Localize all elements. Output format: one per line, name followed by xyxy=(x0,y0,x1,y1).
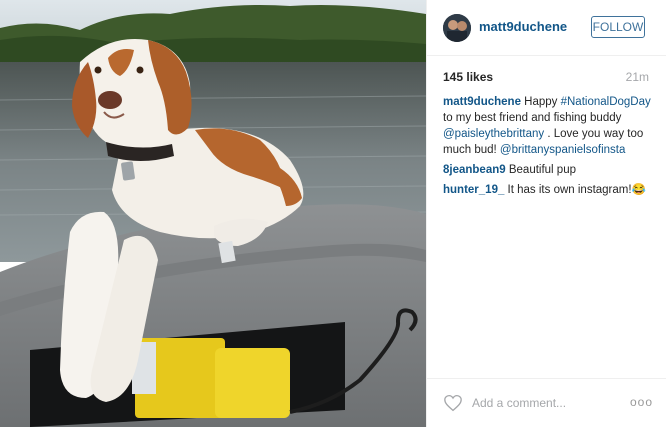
comment-item: hunter_19_ It has its own instagram!😂 xyxy=(443,182,655,198)
post-sidebar: matt9duchene FOLLOW 145 likes 21m matt9d… xyxy=(426,0,666,427)
mention-link-1[interactable]: @paisleythebrittany xyxy=(443,128,544,140)
avatar-image xyxy=(443,14,471,42)
hashtag-link[interactable]: #NationalDogDay xyxy=(561,96,651,108)
instagram-post: matt9duchene FOLLOW 145 likes 21m matt9d… xyxy=(0,0,666,427)
caption-text-2: to my best friend and fishing buddy xyxy=(443,112,622,124)
caption-username[interactable]: matt9duchene xyxy=(443,96,521,108)
mention-link-2[interactable]: @brittanyspanielsofinsta xyxy=(500,144,625,156)
comment-text: It has its own instagram!😂 xyxy=(504,184,646,196)
heart-outline-icon[interactable] xyxy=(443,394,463,417)
comment-username[interactable]: 8jeanbean9 xyxy=(443,164,506,176)
post-photo[interactable] xyxy=(0,0,426,427)
comment-item: 8jeanbean9 Beautiful pup xyxy=(443,162,655,178)
post-stats: 145 likes 21m xyxy=(443,70,649,86)
post-header: matt9duchene FOLLOW xyxy=(427,0,666,56)
dog-on-boat-image xyxy=(0,0,426,427)
likes-count[interactable]: 145 likes xyxy=(443,70,493,84)
post-timestamp[interactable]: 21m xyxy=(626,70,649,84)
comment-list: matt9duchene Happy #NationalDogDay to my… xyxy=(443,94,655,202)
comment-username[interactable]: hunter_19_ xyxy=(443,184,504,196)
username-link[interactable]: matt9duchene xyxy=(479,19,567,34)
caption-text-1: Happy xyxy=(520,96,561,108)
comment-bar: Add a comment... ooo xyxy=(427,378,666,427)
caption: matt9duchene Happy #NationalDogDay to my… xyxy=(443,94,655,158)
avatar[interactable] xyxy=(443,14,471,42)
follow-button[interactable]: FOLLOW xyxy=(591,16,645,38)
ellipsis-icon[interactable]: ooo xyxy=(630,395,653,409)
add-comment-input[interactable]: Add a comment... xyxy=(472,396,566,410)
comment-text: Beautiful pup xyxy=(505,164,576,176)
